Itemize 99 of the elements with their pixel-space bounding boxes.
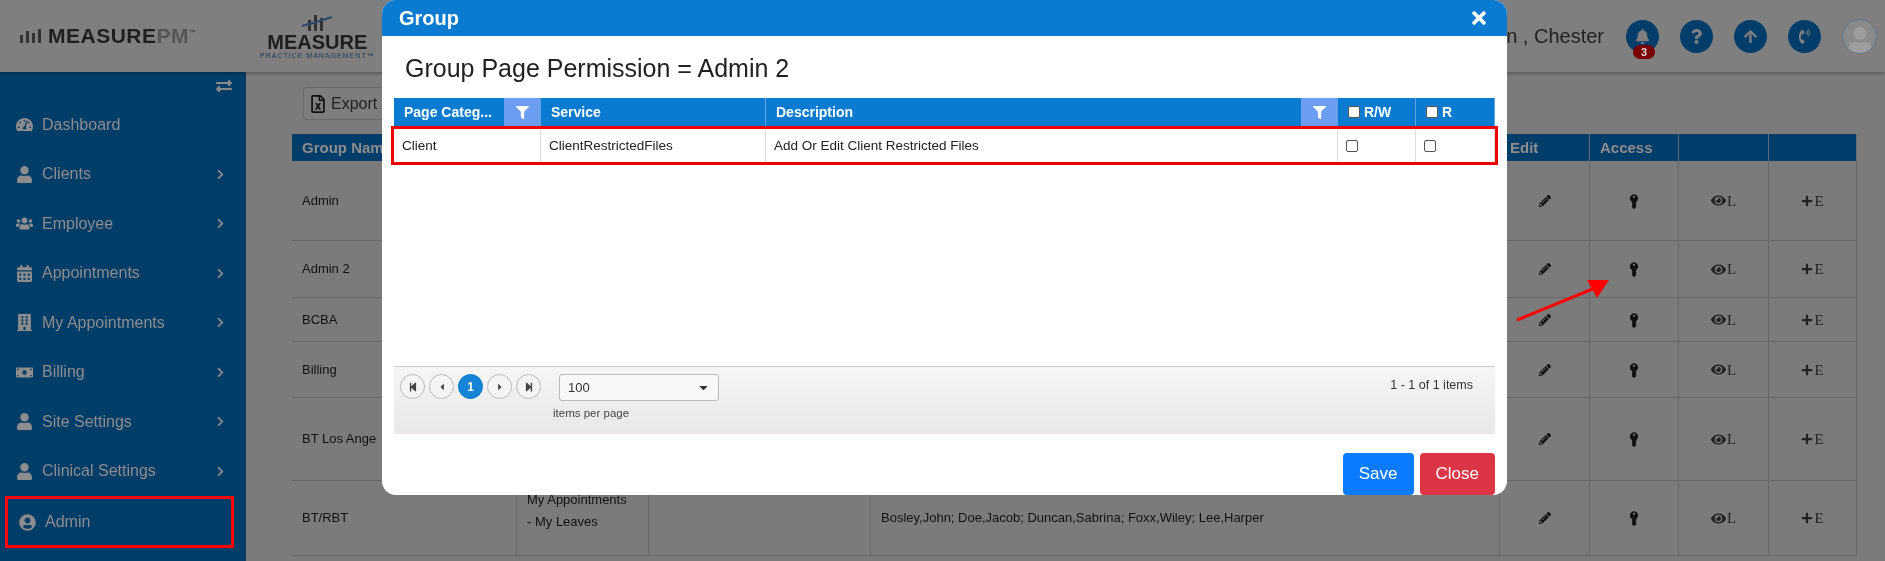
eye-icon[interactable] bbox=[1710, 193, 1726, 208]
column-header[interactable]: Description bbox=[766, 98, 1338, 126]
table-cell-text: BCBA bbox=[302, 310, 338, 329]
table-cell-text: BT Los Ange bbox=[302, 430, 377, 448]
plus-icon[interactable] bbox=[1801, 363, 1814, 376]
eye-icon[interactable] bbox=[1710, 312, 1726, 327]
sidebar-item[interactable]: Billing bbox=[0, 347, 246, 397]
arrow-up-icon bbox=[1743, 28, 1758, 44]
column-header[interactable]: R/W bbox=[1338, 98, 1416, 126]
grid-cell: Client bbox=[402, 138, 437, 153]
upload-button[interactable] bbox=[1734, 19, 1767, 53]
table-cell-text: Admin bbox=[302, 191, 339, 210]
help-button[interactable] bbox=[1680, 19, 1713, 53]
pager-summary: 1 - 1 of 1 items bbox=[1390, 378, 1473, 394]
phone-button[interactable] bbox=[1788, 19, 1821, 53]
column-header[interactable]: Service bbox=[541, 98, 766, 126]
calendar-icon bbox=[16, 264, 33, 282]
plus-icon[interactable] bbox=[1801, 512, 1814, 524]
column-header: Access bbox=[1590, 134, 1679, 161]
add-link[interactable]: E bbox=[1814, 308, 1824, 331]
plus-icon[interactable] bbox=[1801, 263, 1814, 275]
plus-icon[interactable] bbox=[1801, 433, 1814, 445]
key-icon[interactable] bbox=[1628, 194, 1640, 207]
dialog-heading: Group Page Permission = Admin 2 bbox=[405, 54, 791, 84]
pencil-icon[interactable] bbox=[1538, 512, 1551, 524]
pencil-icon[interactable] bbox=[1538, 194, 1551, 207]
dialog-title: Group bbox=[399, 6, 459, 30]
checkbox[interactable] bbox=[1426, 106, 1438, 118]
sidebar-item[interactable]: Site Settings bbox=[0, 397, 246, 447]
person-icon bbox=[16, 413, 33, 431]
last-page-button[interactable] bbox=[516, 374, 541, 399]
first-page-button[interactable] bbox=[400, 374, 425, 399]
key-icon[interactable] bbox=[1628, 512, 1640, 524]
eye-icon[interactable] bbox=[1710, 362, 1726, 377]
view-link[interactable]: L bbox=[1726, 428, 1737, 450]
sidebar-item[interactable]: Appointments bbox=[0, 248, 246, 298]
pencil-icon[interactable] bbox=[1538, 363, 1551, 376]
table-cell-text: Billing bbox=[302, 360, 337, 379]
pencil-icon[interactable] bbox=[1538, 263, 1551, 275]
building-icon bbox=[16, 314, 33, 332]
add-link[interactable]: E bbox=[1814, 428, 1824, 450]
grid-row[interactable]: Client ClientRestrictedFiles Add Or Edit Client Restricted Files bbox=[391, 126, 1498, 165]
bars-logo-icon bbox=[18, 28, 44, 44]
table-cell-text: Bosley,John; Doe,Jacob; Duncan,Sabrina; Foxx,Wiley; Lee,Harper bbox=[881, 509, 1264, 527]
sidebar-item[interactable]: Dashboard bbox=[0, 100, 246, 150]
table-cell-text: My Appointments - My Leaves bbox=[527, 491, 627, 531]
table-cell-text: Admin 2 bbox=[302, 260, 350, 278]
pencil-icon[interactable] bbox=[1538, 313, 1551, 326]
add-link[interactable]: E bbox=[1814, 507, 1824, 529]
person-icon bbox=[16, 462, 33, 480]
grid-cell: ClientRestrictedFiles bbox=[549, 138, 673, 153]
filter-button[interactable] bbox=[1301, 98, 1337, 126]
page-size-select[interactable]: 100 bbox=[559, 374, 719, 401]
excel-file-icon bbox=[309, 94, 327, 113]
close-icon[interactable] bbox=[1469, 8, 1489, 28]
save-button[interactable]: Save bbox=[1342, 453, 1414, 495]
add-link[interactable]: E bbox=[1814, 258, 1824, 280]
person-icon bbox=[16, 165, 33, 183]
sidebar-item[interactable]: Employee bbox=[0, 199, 246, 249]
sidebar-item[interactable]: My Appointments bbox=[0, 298, 246, 348]
plus-icon[interactable] bbox=[1801, 313, 1814, 326]
key-icon[interactable] bbox=[1628, 433, 1640, 445]
sidebar-item[interactable]: Clinical Settings bbox=[0, 446, 246, 496]
view-link[interactable]: L bbox=[1726, 308, 1737, 331]
filter-button[interactable] bbox=[504, 98, 540, 126]
bell-icon bbox=[1635, 28, 1650, 44]
brand-name: MEASURE bbox=[267, 31, 368, 52]
grid-cell: Add Or Edit Client Restricted Files bbox=[774, 138, 979, 153]
add-link[interactable]: E bbox=[1814, 189, 1824, 212]
table-cell-text: BT/RBT bbox=[302, 509, 349, 527]
checkbox[interactable] bbox=[1424, 139, 1436, 152]
view-link[interactable]: L bbox=[1726, 258, 1737, 280]
checkbox[interactable] bbox=[1348, 106, 1360, 118]
filter-icon bbox=[1312, 105, 1326, 119]
last-page-icon bbox=[523, 381, 534, 392]
page-button[interactable]: 1 bbox=[458, 374, 483, 399]
dashboard-icon bbox=[16, 116, 33, 134]
view-link[interactable]: L bbox=[1726, 358, 1737, 381]
first-page-icon bbox=[407, 381, 418, 392]
key-icon[interactable] bbox=[1628, 363, 1640, 376]
column-header[interactable]: Page Categ... bbox=[394, 98, 541, 126]
plus-icon[interactable] bbox=[1801, 194, 1814, 207]
pencil-icon[interactable] bbox=[1538, 433, 1551, 445]
sidebar-item[interactable]: Clients bbox=[0, 149, 246, 199]
key-icon[interactable] bbox=[1628, 263, 1640, 275]
filter-icon bbox=[515, 105, 529, 119]
view-link[interactable]: L bbox=[1726, 507, 1737, 529]
sidebar-item[interactable]: Admin bbox=[5, 496, 234, 548]
view-link[interactable]: L bbox=[1726, 189, 1737, 212]
key-icon[interactable] bbox=[1628, 313, 1640, 326]
user-name: n , Chester bbox=[1506, 24, 1604, 48]
question-icon bbox=[1689, 28, 1704, 44]
bars-logo-icon bbox=[300, 13, 335, 32]
checkbox[interactable] bbox=[1346, 139, 1358, 152]
phone-icon bbox=[1797, 28, 1812, 44]
add-link[interactable]: E bbox=[1814, 358, 1824, 381]
column-header[interactable]: R bbox=[1416, 98, 1495, 126]
close-button[interactable]: Close bbox=[1419, 453, 1495, 495]
page-size-label: items per page bbox=[553, 407, 631, 419]
